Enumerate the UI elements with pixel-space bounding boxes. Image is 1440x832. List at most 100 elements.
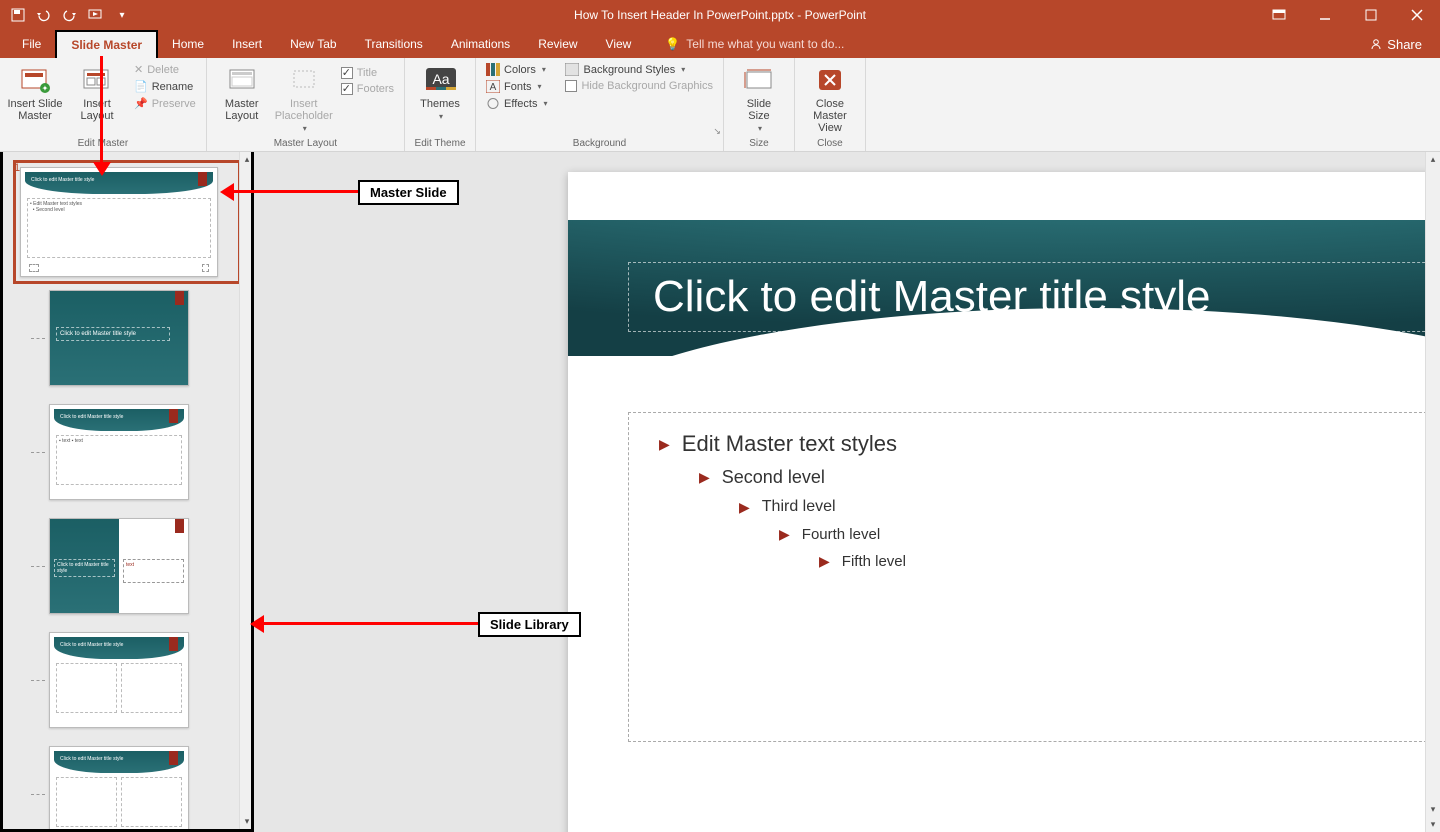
annotation-slide-library-label: Slide Library: [478, 612, 581, 637]
hide-bg-label: Hide Background Graphics: [581, 80, 712, 92]
bg-styles-icon: [565, 63, 579, 76]
slide-size-label: Slide Size: [747, 98, 771, 122]
svg-text:Aa: Aa: [432, 71, 449, 87]
level4-text: Fourth level: [802, 526, 880, 543]
preserve-label: Preserve: [152, 98, 196, 110]
group-size: Slide Size▾ Size: [724, 58, 795, 151]
insert-layout-button[interactable]: Insert Layout: [68, 62, 126, 122]
rename-label: Rename: [152, 81, 194, 93]
tell-me-search[interactable]: 💡 Tell me what you want to do...: [645, 30, 844, 58]
bullet-icon: ▶: [699, 469, 710, 486]
delete-button[interactable]: ✕ Delete: [130, 62, 200, 77]
ribbon-tabs: File Slide Master Home Insert New Tab Tr…: [0, 30, 1440, 58]
rename-icon: 📄: [134, 80, 148, 93]
tab-animations[interactable]: Animations: [437, 30, 524, 58]
thumbnail-scrollbar[interactable]: ▴▾: [239, 152, 254, 829]
scroll-up-button[interactable]: ▴: [1426, 152, 1440, 167]
scroll-down-button[interactable]: ▾: [240, 814, 254, 829]
close-window-button[interactable]: [1394, 0, 1440, 30]
fonts-button[interactable]: AFonts▾: [482, 79, 551, 94]
slide-size-button[interactable]: Slide Size▾: [730, 62, 788, 133]
share-label: Share: [1387, 37, 1422, 52]
ribbon-display-options-button[interactable]: [1256, 0, 1302, 30]
layout-thumbnail[interactable]: Click to edit Master title style▪ text ▪…: [49, 404, 241, 500]
annotation-arrow: [100, 56, 103, 164]
title-checkbox[interactable]: Title: [337, 66, 398, 80]
fonts-icon: A: [486, 80, 500, 93]
tab-slide-master[interactable]: Slide Master: [55, 30, 158, 58]
slide-size-icon: [743, 64, 775, 96]
tab-insert[interactable]: Insert: [218, 30, 276, 58]
slide-edit-pane[interactable]: ‹#› Click to edit Master title style ▶Ed…: [254, 152, 1440, 832]
scroll-up-button[interactable]: ▴: [240, 152, 254, 167]
effects-label: Effects: [504, 98, 537, 110]
colors-icon: [486, 63, 500, 76]
lightbulb-icon: 💡: [665, 37, 680, 51]
group-master-layout: Master Layout Insert Placeholder▾ Title …: [207, 58, 405, 151]
group-label-master-layout: Master Layout: [213, 136, 398, 149]
tab-view[interactable]: View: [592, 30, 646, 58]
tell-me-placeholder: Tell me what you want to do...: [686, 37, 844, 51]
close-master-view-button[interactable]: Close Master View: [801, 62, 859, 134]
bullet-icon: ▶: [659, 436, 670, 453]
main-area: 1 Click to edit Master title style • Edi…: [0, 152, 1440, 832]
bg-styles-label: Background Styles: [583, 64, 675, 76]
footers-checkbox[interactable]: Footers: [337, 82, 398, 96]
placeholder-icon: [288, 64, 320, 96]
tab-transitions[interactable]: Transitions: [351, 30, 437, 58]
master-slide-thumbnail[interactable]: 1 Click to edit Master title style • Edi…: [13, 160, 241, 284]
level2-text: Second level: [722, 467, 825, 488]
rename-button[interactable]: 📄 Rename: [130, 79, 200, 94]
body-placeholder[interactable]: ▶Edit Master text styles ▶Second level ▶…: [628, 412, 1440, 742]
qat-customize-button[interactable]: ▾: [110, 3, 134, 27]
title-placeholder[interactable]: Click to edit Master title style: [628, 262, 1440, 332]
insert-slide-master-button[interactable]: ✦ Insert Slide Master: [6, 62, 64, 122]
layout-thumbnail[interactable]: Click to edit Master title style: [49, 632, 241, 728]
next-slide-button[interactable]: ▾: [1426, 817, 1440, 832]
annotation-master-slide-label: Master Slide: [358, 180, 459, 205]
master-layout-label: Master Layout: [225, 98, 259, 122]
level3-text: Third level: [762, 498, 836, 516]
checkbox-icon: [341, 67, 353, 79]
thumbnail-pane[interactable]: 1 Click to edit Master title style • Edi…: [0, 152, 254, 832]
slide-canvas[interactable]: ‹#› Click to edit Master title style ▶Ed…: [568, 172, 1440, 832]
bullet-icon: ▶: [739, 499, 750, 516]
start-from-beginning-button[interactable]: [84, 3, 108, 27]
minimize-button[interactable]: [1302, 0, 1348, 30]
layout-thumbnail[interactable]: Click to edit Master title styletext: [49, 518, 241, 614]
mini-title: Click to edit Master title style: [60, 414, 123, 420]
master-layout-button[interactable]: Master Layout: [213, 62, 271, 122]
share-button[interactable]: Share: [1359, 30, 1432, 58]
group-label-size: Size: [730, 136, 788, 149]
tab-file[interactable]: File: [8, 30, 55, 58]
footers-check-label: Footers: [357, 83, 394, 95]
tab-home[interactable]: Home: [158, 30, 218, 58]
hide-bg-checkbox[interactable]: Hide Background Graphics: [561, 79, 716, 93]
checkbox-icon: [341, 83, 353, 95]
scroll-down-button[interactable]: ▾: [1426, 802, 1440, 817]
colors-button[interactable]: Colors▾: [482, 62, 551, 77]
svg-text:✦: ✦: [42, 84, 49, 93]
slide-scrollbar[interactable]: ▴ ▾▾: [1425, 152, 1440, 832]
delete-icon: ✕: [134, 63, 143, 76]
redo-button[interactable]: [58, 3, 82, 27]
themes-button[interactable]: Aa Themes▾: [411, 62, 469, 121]
insert-placeholder-button[interactable]: Insert Placeholder▾: [275, 62, 333, 133]
preserve-button[interactable]: 📌Preserve: [130, 96, 200, 111]
annotation-arrow: [232, 190, 358, 193]
bg-styles-button[interactable]: Background Styles▾: [561, 62, 716, 77]
delete-label: Delete: [147, 64, 179, 76]
maximize-button[interactable]: [1348, 0, 1394, 30]
effects-button[interactable]: Effects▾: [482, 96, 551, 111]
undo-button[interactable]: [32, 3, 56, 27]
window-controls: [1256, 0, 1440, 30]
layout-thumbnail[interactable]: Click to edit Master title style: [49, 290, 241, 386]
save-button[interactable]: [6, 3, 30, 27]
mini-title: Click to edit Master title style: [31, 177, 94, 183]
tab-review[interactable]: Review: [524, 30, 591, 58]
document-title: How To Insert Header In PowerPoint.pptx …: [574, 8, 866, 22]
close-icon: [814, 64, 846, 96]
layout-thumbnail[interactable]: Click to edit Master title style: [49, 746, 241, 832]
tab-new-tab[interactable]: New Tab: [276, 30, 350, 58]
effects-icon: [486, 97, 500, 110]
